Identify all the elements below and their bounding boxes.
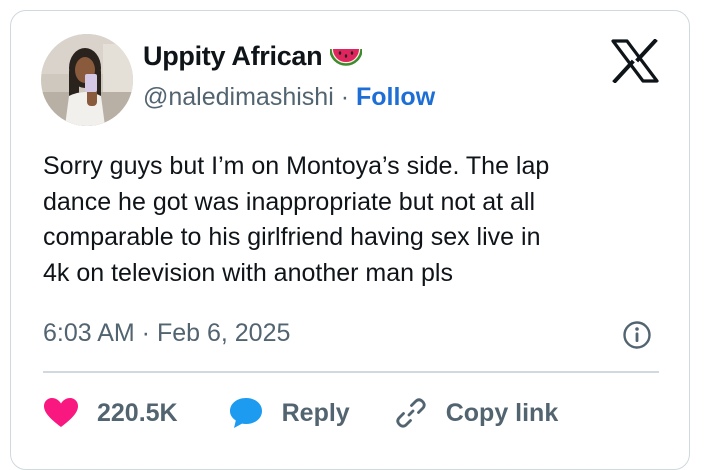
reply-button[interactable]: Reply [228, 396, 350, 430]
like-count: 220.5K [97, 398, 178, 427]
tweet-line: dance he got was inappropriate but not a… [43, 187, 536, 216]
reply-bubble-icon [229, 398, 262, 428]
divider [43, 371, 659, 373]
tweet-line: comparable to his girlfriend having sex … [43, 223, 541, 251]
avatar[interactable] [41, 34, 133, 126]
heart-icon [44, 398, 78, 427]
tweet-timestamp[interactable]: 6:03 AM · Feb 6, 2025 [43, 319, 290, 348]
avatar-image [41, 34, 133, 126]
like-button[interactable]: 220.5K [43, 397, 178, 429]
tweet-line: Sorry guys but I’m on Montoya’s side. Th… [43, 152, 550, 180]
link-icon [396, 398, 426, 428]
x-logo-icon[interactable] [611, 39, 659, 83]
tweet-text: Sorry guys but I’m on Montoya’s side. Th… [43, 149, 663, 291]
reply-label: Reply [281, 398, 350, 427]
watermelon-icon [330, 48, 363, 66]
info-icon[interactable] [622, 320, 652, 350]
follow-link[interactable]: Follow [356, 83, 435, 111]
separator-dot: · [340, 83, 350, 111]
copy-link-button[interactable]: Copy link [394, 396, 559, 430]
copy-link-label: Copy link [445, 398, 559, 427]
author-handle[interactable]: @naledimashishi [143, 83, 334, 111]
author-name[interactable]: Uppity African [143, 41, 323, 72]
author-handle-row: @naledimashishi · Follow [143, 83, 435, 112]
author-name-row: Uppity African [143, 41, 363, 72]
action-bar: 220.5K Reply Copy link [43, 393, 558, 433]
tweet-line: 4k on television with another man pls [43, 258, 453, 287]
tweet-card: Uppity African @naledimashishi · Follow … [10, 10, 690, 470]
